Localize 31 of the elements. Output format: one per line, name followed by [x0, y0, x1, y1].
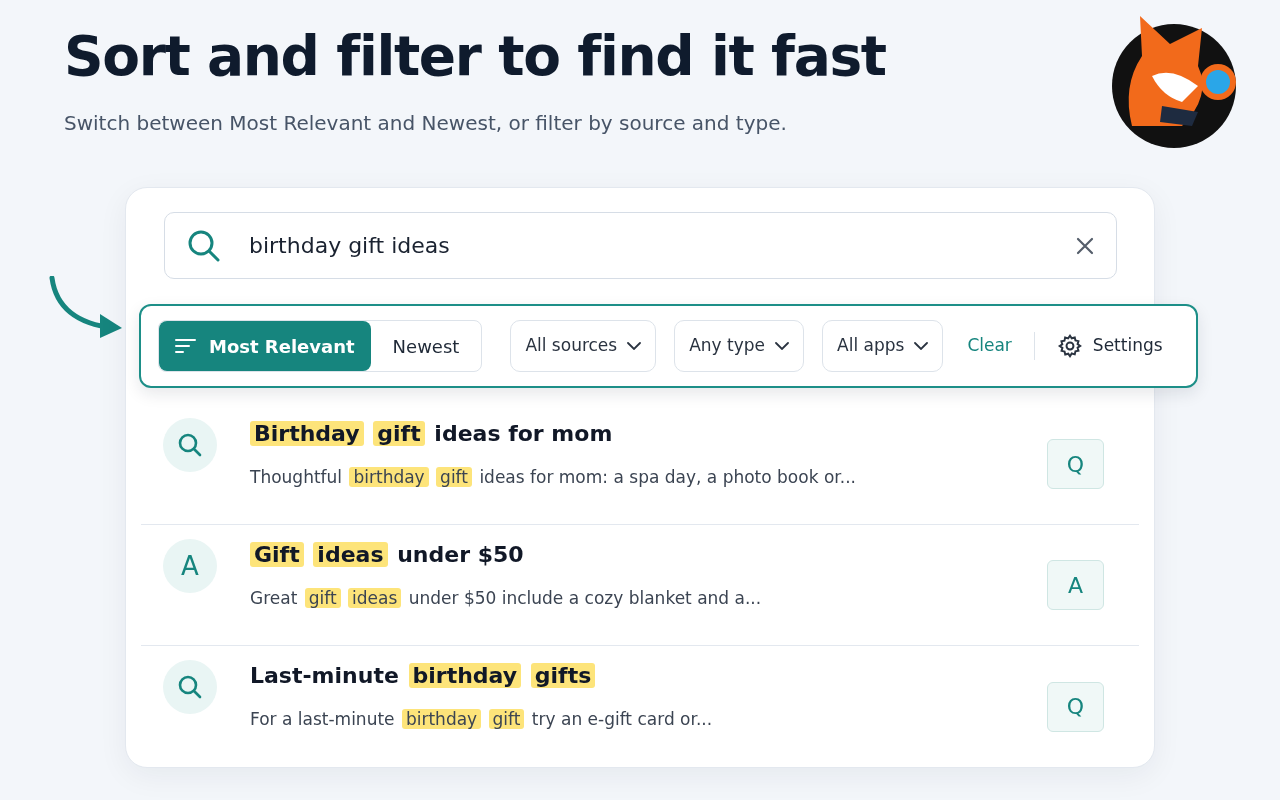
filter-dropdown[interactable]: Any type [674, 320, 805, 372]
clear-link[interactable]: Clear [967, 333, 1012, 359]
source-badge: Q [1047, 439, 1104, 489]
result-title[interactable]: Gift ideas under $50 [249, 539, 1047, 571]
sort-option[interactable]: Most Relevant [159, 321, 371, 371]
result-snippet: Great gift ideas under $50 include a cozy blanket and a... [249, 587, 763, 610]
result-title[interactable]: Last-minute birthday gifts [249, 660, 1047, 692]
close-icon[interactable] [1076, 236, 1094, 255]
curved-arrow-icon [48, 276, 124, 340]
caret-icon [627, 342, 642, 350]
search-icon [187, 228, 221, 263]
letter-avatar: A [163, 539, 217, 593]
source-badge: A [1047, 560, 1104, 610]
search-icon [163, 418, 217, 472]
filter-dropdown[interactable]: All sources [510, 320, 657, 372]
filter-dropdown[interactable]: All apps [822, 320, 944, 372]
sort-icon [175, 338, 197, 354]
search-icon [163, 660, 217, 714]
result-snippet: For a last-minute birthday gift try an e-gift card or... [249, 708, 714, 731]
source-badge: Q [1047, 681, 1104, 732]
settings-icon [1056, 333, 1083, 359]
search-input[interactable]: birthday gift ideas [249, 229, 1048, 262]
search-field[interactable]: birthday gift ideas [164, 212, 1117, 279]
caret-icon [775, 342, 790, 350]
caret-icon [914, 342, 929, 350]
result-title[interactable]: Birthday gift ideas for mom [249, 418, 1047, 450]
sort-option[interactable]: Newest [370, 321, 482, 371]
settings-button[interactable]: Settings [1056, 333, 1163, 359]
page-title: Sort and filter to find it fast [64, 23, 886, 90]
page-subtitle: Switch between Most Relevant and Newest, or filter by source and type. [64, 110, 788, 137]
result-snippet: Thoughtful birthday gift ideas for mom: a spa day, a photo book or... [249, 466, 857, 489]
